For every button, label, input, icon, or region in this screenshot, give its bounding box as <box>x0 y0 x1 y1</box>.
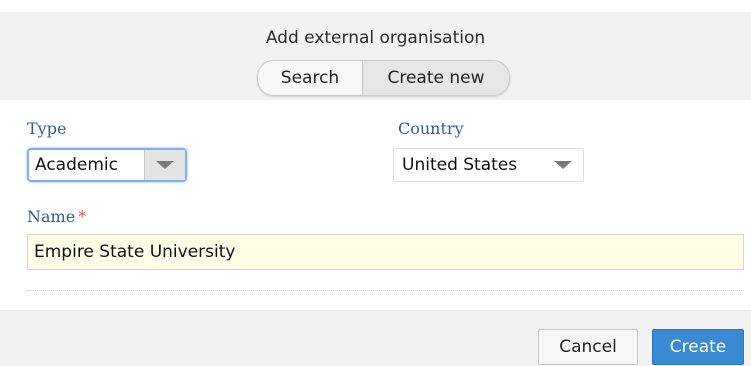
chevron-down-icon <box>156 161 175 169</box>
type-select-value: Academic <box>35 155 118 175</box>
tab-create-new[interactable]: Create new <box>363 61 509 95</box>
create-button[interactable]: Create <box>652 329 744 365</box>
name-input[interactable]: Empire State University <box>27 234 744 270</box>
cancel-button[interactable]: Cancel <box>538 329 638 365</box>
type-dropdown-button[interactable] <box>144 150 185 180</box>
type-select[interactable]: Academic <box>27 148 187 182</box>
tab-search[interactable]: Search <box>258 61 363 95</box>
name-label-text: Name <box>27 207 76 226</box>
dialog-title: Add external organisation <box>265 28 486 48</box>
chevron-down-icon <box>554 161 572 169</box>
country-select[interactable]: United States <box>393 148 584 182</box>
country-select-value: United States <box>402 155 518 175</box>
type-label: Type <box>27 119 67 138</box>
divider <box>27 290 744 291</box>
dialog-footer <box>0 310 751 366</box>
country-dropdown-button[interactable] <box>543 149 583 181</box>
mode-toggle: Search Create new <box>257 60 510 96</box>
name-label: Name * <box>27 207 86 226</box>
country-label: Country <box>398 119 464 138</box>
required-marker-icon: * <box>78 207 87 226</box>
